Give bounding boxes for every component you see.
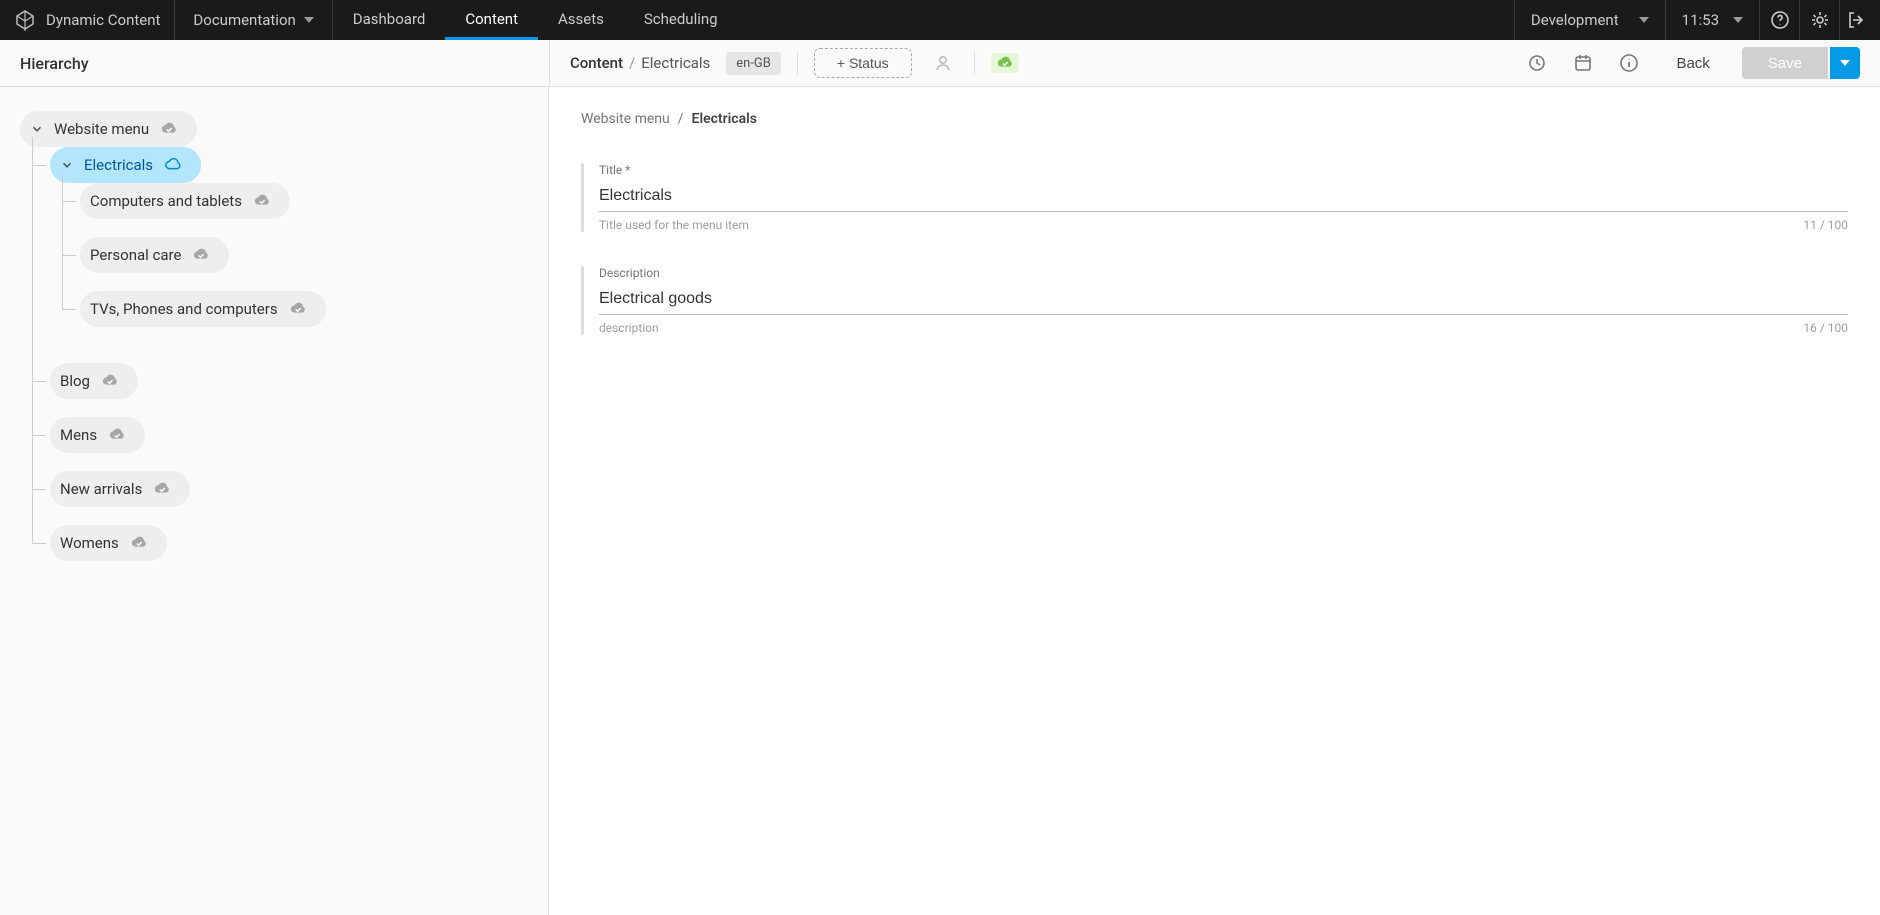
app-name-label: Dynamic Content — [46, 11, 160, 29]
save-button[interactable]: Save — [1742, 47, 1828, 79]
breadcrumb-sep: / — [678, 111, 684, 127]
info-icon[interactable] — [1614, 48, 1644, 78]
tree-node-label: Mens — [60, 426, 97, 444]
chevron-down-icon — [1733, 17, 1743, 23]
primary-nav: Dashboard Content Assets Scheduling — [333, 0, 738, 40]
help-icon[interactable] — [1760, 0, 1800, 40]
title-label: Title * — [599, 163, 1848, 177]
hierarchy-sidebar: Website menu Electricals — [0, 87, 549, 915]
field-accent — [581, 266, 584, 335]
tree-node-label: Blog — [60, 372, 90, 390]
description-helper: description — [599, 321, 659, 335]
save-dropdown-button[interactable] — [1830, 47, 1860, 79]
cloud-check-icon — [159, 121, 179, 137]
breadcrumb: Website menu / Electricals — [581, 111, 1848, 127]
hierarchy-tree: Website menu Electricals — [20, 111, 528, 597]
cloud-check-icon — [107, 427, 127, 443]
cloud-check-icon — [288, 301, 308, 317]
hierarchy-title: Hierarchy — [0, 40, 549, 86]
tree-node-label: Electricals — [84, 156, 153, 174]
history-icon[interactable] — [1522, 48, 1552, 78]
description-field: Description description 16 / 100 — [581, 266, 1848, 335]
chevron-down-icon[interactable] — [30, 122, 44, 136]
cloud-check-icon — [152, 481, 172, 497]
subheader: Hierarchy Content / Electricals en-GB + … — [0, 40, 1880, 87]
cloud-icon — [163, 157, 183, 173]
tree-node-womens[interactable]: Womens — [50, 525, 167, 561]
cloud-check-icon — [100, 373, 120, 389]
tree-node-label: New arrivals — [60, 480, 142, 498]
tree-node-computers-tablets[interactable]: Computers and tablets — [80, 183, 290, 219]
title-char-count: 11 / 100 — [1803, 218, 1848, 232]
add-status-button[interactable]: + Status — [814, 48, 912, 78]
tree-node-tvs-phones-computers[interactable]: TVs, Phones and computers — [80, 291, 326, 327]
time-dropdown[interactable]: 11:53 — [1666, 0, 1760, 40]
environment-label: Development — [1531, 11, 1619, 29]
nav-dashboard[interactable]: Dashboard — [333, 0, 446, 40]
title-input[interactable] — [599, 183, 1848, 212]
cloud-check-icon — [191, 247, 211, 263]
tree-node-mens[interactable]: Mens — [50, 417, 145, 453]
chevron-down-icon — [1639, 17, 1649, 23]
chevron-down-icon — [304, 17, 314, 23]
nav-content[interactable]: Content — [445, 0, 538, 40]
chevron-down-icon[interactable] — [60, 158, 74, 172]
locale-badge[interactable]: en-GB — [726, 52, 781, 75]
description-char-count: 16 / 100 — [1803, 321, 1848, 335]
breadcrumb-parent[interactable]: Website menu — [581, 111, 670, 127]
topbar: Dynamic Content Documentation Dashboard … — [0, 0, 1880, 40]
tree-node-electricals[interactable]: Electricals — [50, 147, 201, 183]
tree-node-blog[interactable]: Blog — [50, 363, 138, 399]
cloud-check-icon — [252, 193, 272, 209]
content-path-current: Electricals — [641, 54, 710, 72]
environment-dropdown[interactable]: Development — [1514, 0, 1666, 40]
save-button-group: Save — [1742, 47, 1860, 79]
nav-scheduling[interactable]: Scheduling — [624, 0, 738, 40]
divider — [974, 51, 975, 75]
title-field: Title * Title used for the menu item 11 … — [581, 163, 1848, 232]
tree-node-personal-care[interactable]: Personal care — [80, 237, 229, 273]
app-logo-icon — [14, 9, 36, 31]
content-editor: Website menu / Electricals Title * Title… — [549, 87, 1880, 915]
calendar-icon[interactable] — [1568, 48, 1598, 78]
description-input[interactable] — [599, 286, 1848, 315]
content-path: Content / Electricals — [570, 54, 710, 72]
tree-node-root[interactable]: Website menu — [20, 111, 197, 147]
description-label: Description — [599, 266, 1848, 280]
nav-assets[interactable]: Assets — [538, 0, 624, 40]
title-helper: Title used for the menu item — [599, 218, 749, 232]
documentation-label: Documentation — [193, 11, 295, 29]
content-path-root: Content — [570, 54, 623, 72]
gear-icon[interactable] — [1800, 0, 1840, 40]
tree-node-label: TVs, Phones and computers — [90, 300, 278, 318]
assignee-icon[interactable] — [928, 48, 958, 78]
field-accent — [581, 163, 584, 232]
tree-node-label: Personal care — [90, 246, 181, 264]
sync-status-icon[interactable] — [991, 53, 1019, 73]
chevron-down-icon — [1840, 60, 1850, 66]
time-label: 11:53 — [1682, 11, 1719, 29]
content-path-sep: / — [629, 54, 635, 72]
exit-icon[interactable] — [1840, 0, 1880, 40]
content-toolbar: Content / Electricals en-GB + Status Bac… — [549, 40, 1880, 86]
tree-node-label: Womens — [60, 534, 119, 552]
tree-node-label: Website menu — [54, 120, 149, 138]
divider — [797, 51, 798, 75]
app-brand: Dynamic Content — [0, 0, 175, 40]
tree-node-new-arrivals[interactable]: New arrivals — [50, 471, 190, 507]
breadcrumb-current: Electricals — [692, 111, 757, 127]
cloud-check-icon — [129, 535, 149, 551]
back-button[interactable]: Back — [1660, 47, 1725, 80]
documentation-dropdown[interactable]: Documentation — [175, 0, 332, 40]
tree-node-label: Computers and tablets — [90, 192, 242, 210]
